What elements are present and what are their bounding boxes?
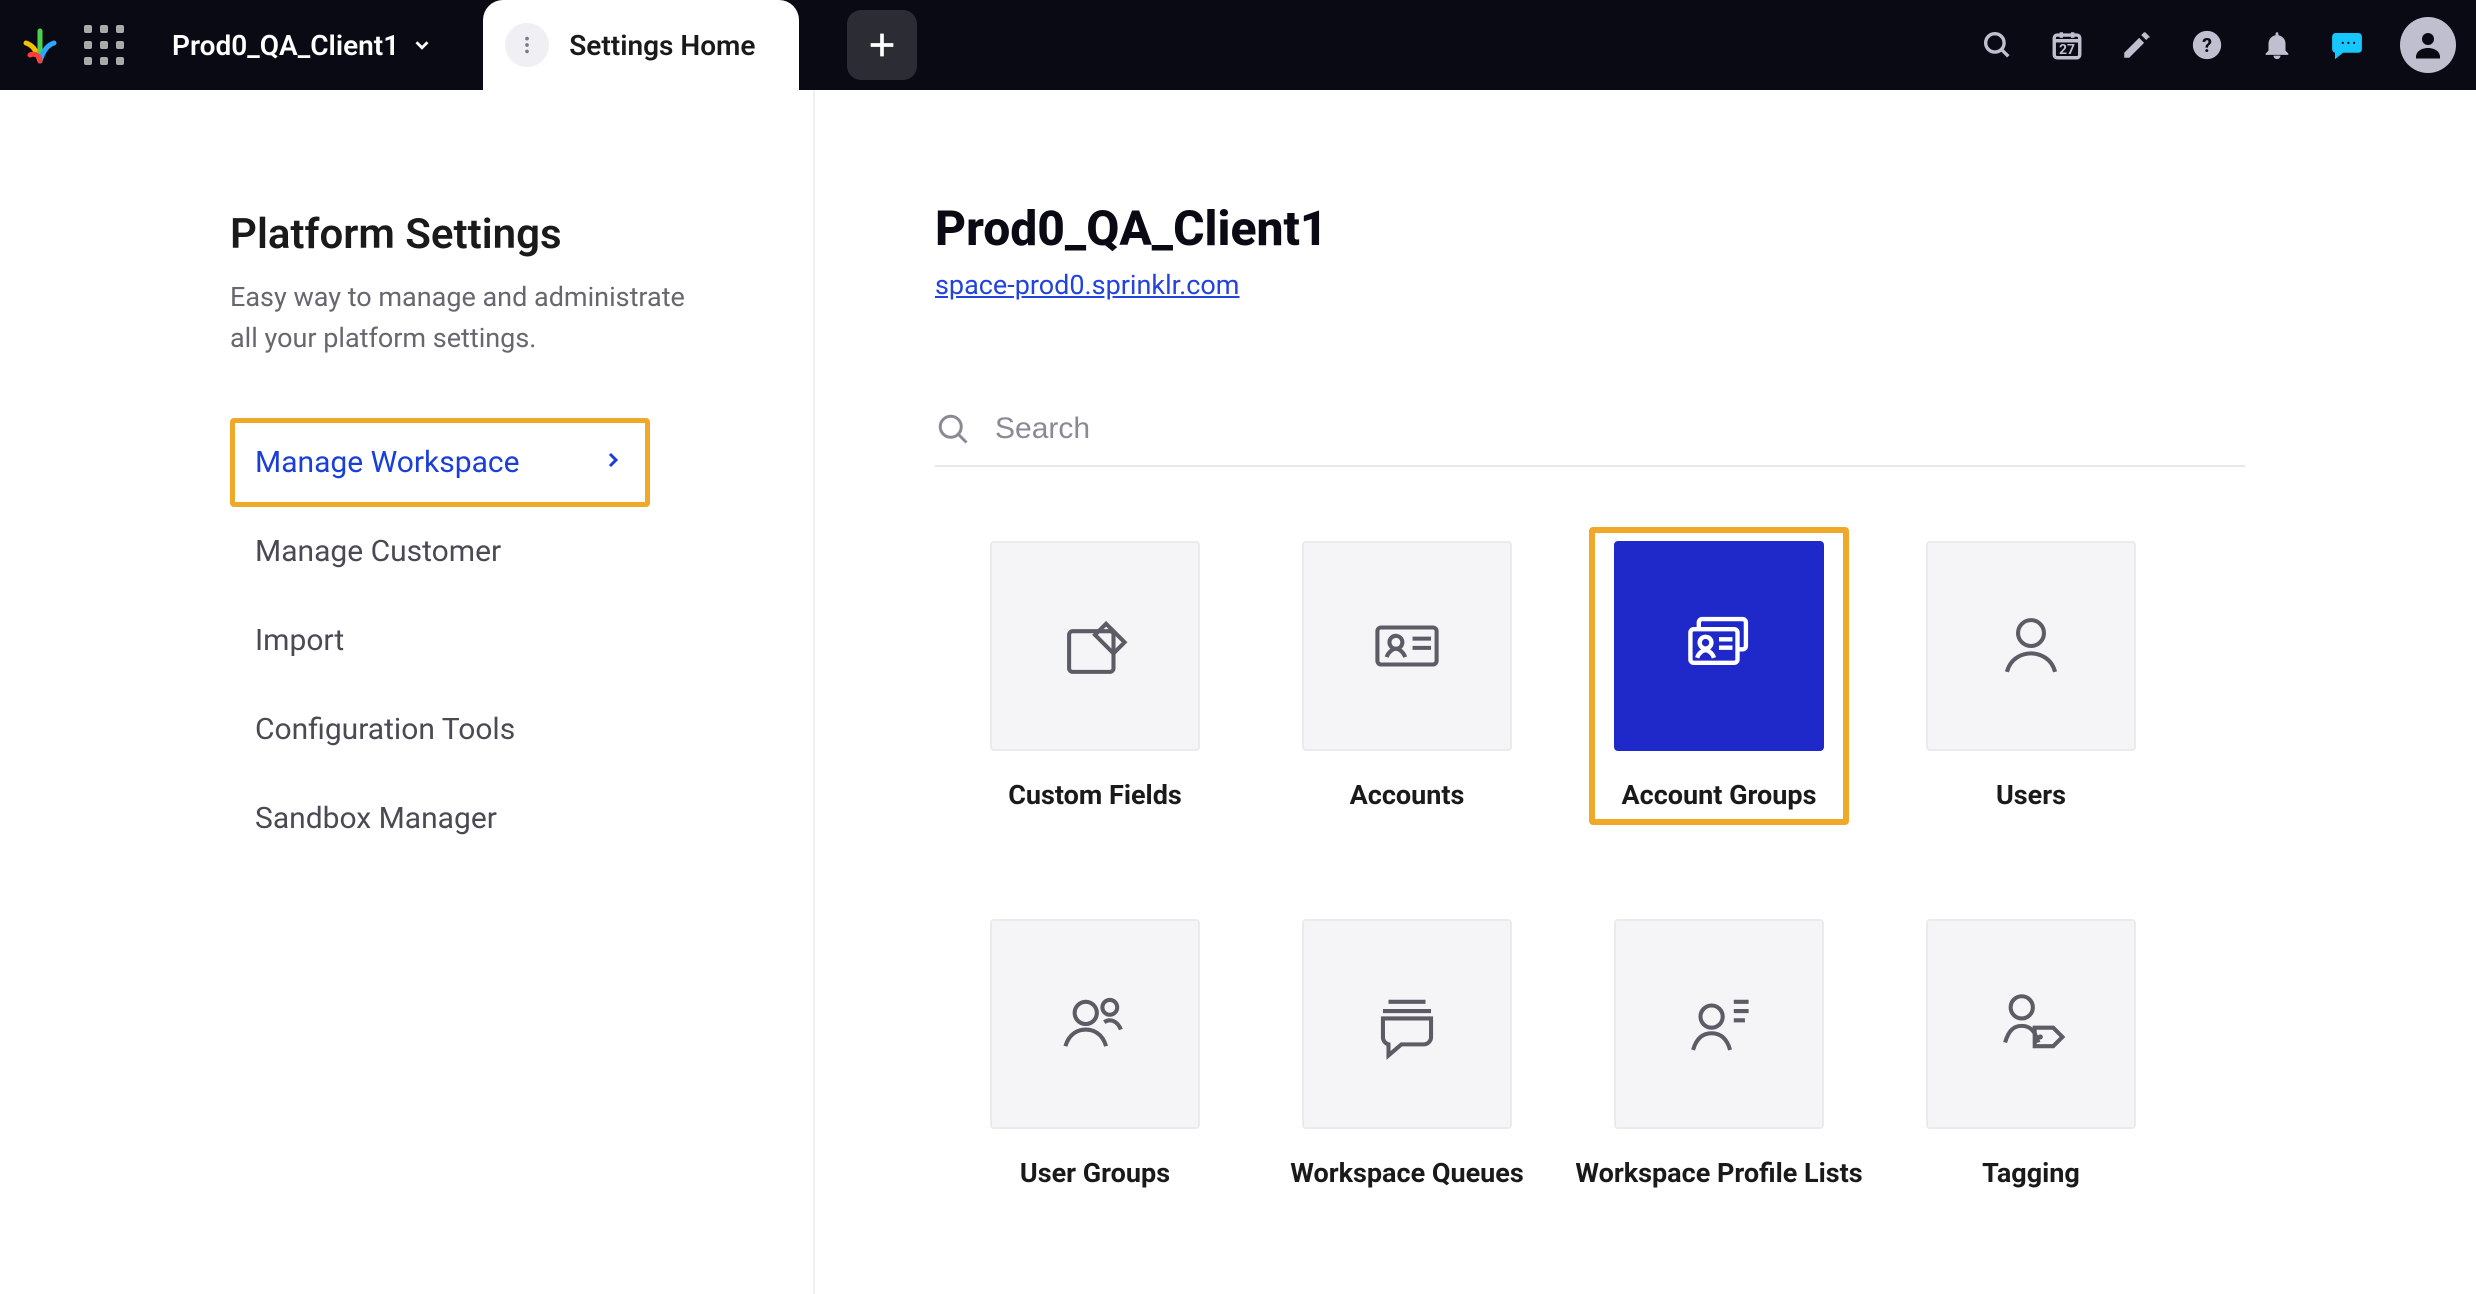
- tab-settings-home[interactable]: Settings Home: [483, 0, 799, 90]
- tile-label: Workspace Queues: [1290, 1157, 1524, 1189]
- tile-box: [990, 919, 1200, 1129]
- tile-label: Accounts: [1350, 779, 1465, 811]
- tile-box: [1614, 541, 1824, 751]
- sidebar-description: Easy way to manage and administrate all …: [230, 277, 710, 358]
- sidebar-item-manage-customer[interactable]: Manage Customer: [230, 507, 650, 596]
- tile-account-groups[interactable]: Account Groups: [1589, 527, 1849, 825]
- tile-box: [990, 541, 1200, 751]
- chevron-down-icon: [411, 34, 433, 56]
- sidebar-item-label: Manage Workspace: [255, 445, 520, 480]
- plus-icon: [865, 28, 899, 62]
- tile-label: User Groups: [1020, 1157, 1170, 1189]
- tile-label: Workspace Profile Lists: [1575, 1157, 1862, 1189]
- workspace-queues-icon: [1370, 987, 1444, 1061]
- brand-logo[interactable]: [20, 25, 60, 65]
- profile-avatar[interactable]: [2400, 17, 2456, 73]
- workspace-name: Prod0_QA_Client1: [172, 29, 399, 62]
- tile-workspace-profile-lists[interactable]: Workspace Profile Lists: [1589, 905, 1849, 1203]
- tile-label: Account Groups: [1622, 779, 1817, 811]
- main-area: Platform Settings Easy way to manage and…: [0, 90, 2476, 1294]
- tile-box: [1926, 919, 2136, 1129]
- tile-user-groups[interactable]: User Groups: [965, 905, 1225, 1203]
- tile-grid: Custom Fields Accounts: [965, 527, 2161, 1203]
- bell-icon[interactable]: [2260, 28, 2294, 62]
- svg-text:?: ?: [2202, 34, 2212, 57]
- edit-icon[interactable]: [2120, 28, 2154, 62]
- help-icon[interactable]: ?: [2190, 28, 2224, 62]
- chat-icon[interactable]: [2330, 28, 2364, 62]
- sidebar-item-label: Import: [255, 623, 344, 658]
- topbar-left: Prod0_QA_Client1 Settings Home: [20, 0, 917, 90]
- tagging-icon: [1994, 987, 2068, 1061]
- tile-box: [1302, 541, 1512, 751]
- tile-users[interactable]: Users: [1901, 527, 2161, 825]
- sidebar-item-label: Sandbox Manager: [255, 801, 497, 836]
- sidebar-item-configuration-tools[interactable]: Configuration Tools: [230, 685, 650, 774]
- sidebar: Platform Settings Easy way to manage and…: [0, 90, 815, 1294]
- search-row: [935, 411, 2245, 467]
- tile-box: [1614, 919, 1824, 1129]
- users-icon: [1994, 609, 2068, 683]
- workspace-profile-lists-icon: [1682, 987, 1756, 1061]
- content-area: Prod0_QA_Client1 space-prod0.sprinklr.co…: [815, 90, 2476, 1294]
- search-icon: [935, 411, 971, 447]
- search-input[interactable]: [995, 412, 2245, 446]
- tab-title: Settings Home: [569, 29, 755, 62]
- calendar-day: 27: [2050, 42, 2084, 58]
- tile-box: [1302, 919, 1512, 1129]
- sidebar-heading: Platform Settings: [230, 210, 773, 259]
- topbar-right: 27 ?: [1980, 17, 2456, 73]
- sidebar-item-label: Configuration Tools: [255, 712, 515, 747]
- workspace-url[interactable]: space-prod0.sprinklr.com: [935, 269, 1240, 301]
- add-tab-button[interactable]: [847, 10, 917, 80]
- tile-label: Custom Fields: [1008, 779, 1182, 811]
- tab-menu-button[interactable]: [505, 23, 549, 67]
- sidebar-item-manage-workspace[interactable]: Manage Workspace: [230, 418, 650, 507]
- workspace-dropdown[interactable]: Prod0_QA_Client1: [154, 29, 451, 62]
- user-groups-icon: [1058, 987, 1132, 1061]
- dots-vertical-icon: [516, 34, 538, 56]
- search-icon[interactable]: [1980, 28, 2014, 62]
- calendar-icon[interactable]: 27: [2050, 28, 2084, 62]
- top-bar: Prod0_QA_Client1 Settings Home 27 ?: [0, 0, 2476, 90]
- tile-workspace-queues[interactable]: Workspace Queues: [1277, 905, 1537, 1203]
- sidebar-item-import[interactable]: Import: [230, 596, 650, 685]
- profile-icon: [2410, 27, 2446, 63]
- accounts-icon: [1370, 609, 1444, 683]
- chevron-right-icon: [601, 445, 625, 480]
- sidebar-item-sandbox-manager[interactable]: Sandbox Manager: [230, 774, 650, 863]
- tile-tagging[interactable]: Tagging: [1901, 905, 2161, 1203]
- tile-custom-fields[interactable]: Custom Fields: [965, 527, 1225, 825]
- sidebar-item-label: Manage Customer: [255, 534, 501, 569]
- tile-label: Tagging: [1982, 1157, 2080, 1189]
- account-groups-icon: [1682, 609, 1756, 683]
- apps-launcher-icon[interactable]: [84, 25, 124, 65]
- custom-fields-icon: [1058, 609, 1132, 683]
- tile-accounts[interactable]: Accounts: [1277, 527, 1537, 825]
- page-title: Prod0_QA_Client1: [935, 200, 2416, 257]
- tile-box: [1926, 541, 2136, 751]
- tile-label: Users: [1996, 779, 2066, 811]
